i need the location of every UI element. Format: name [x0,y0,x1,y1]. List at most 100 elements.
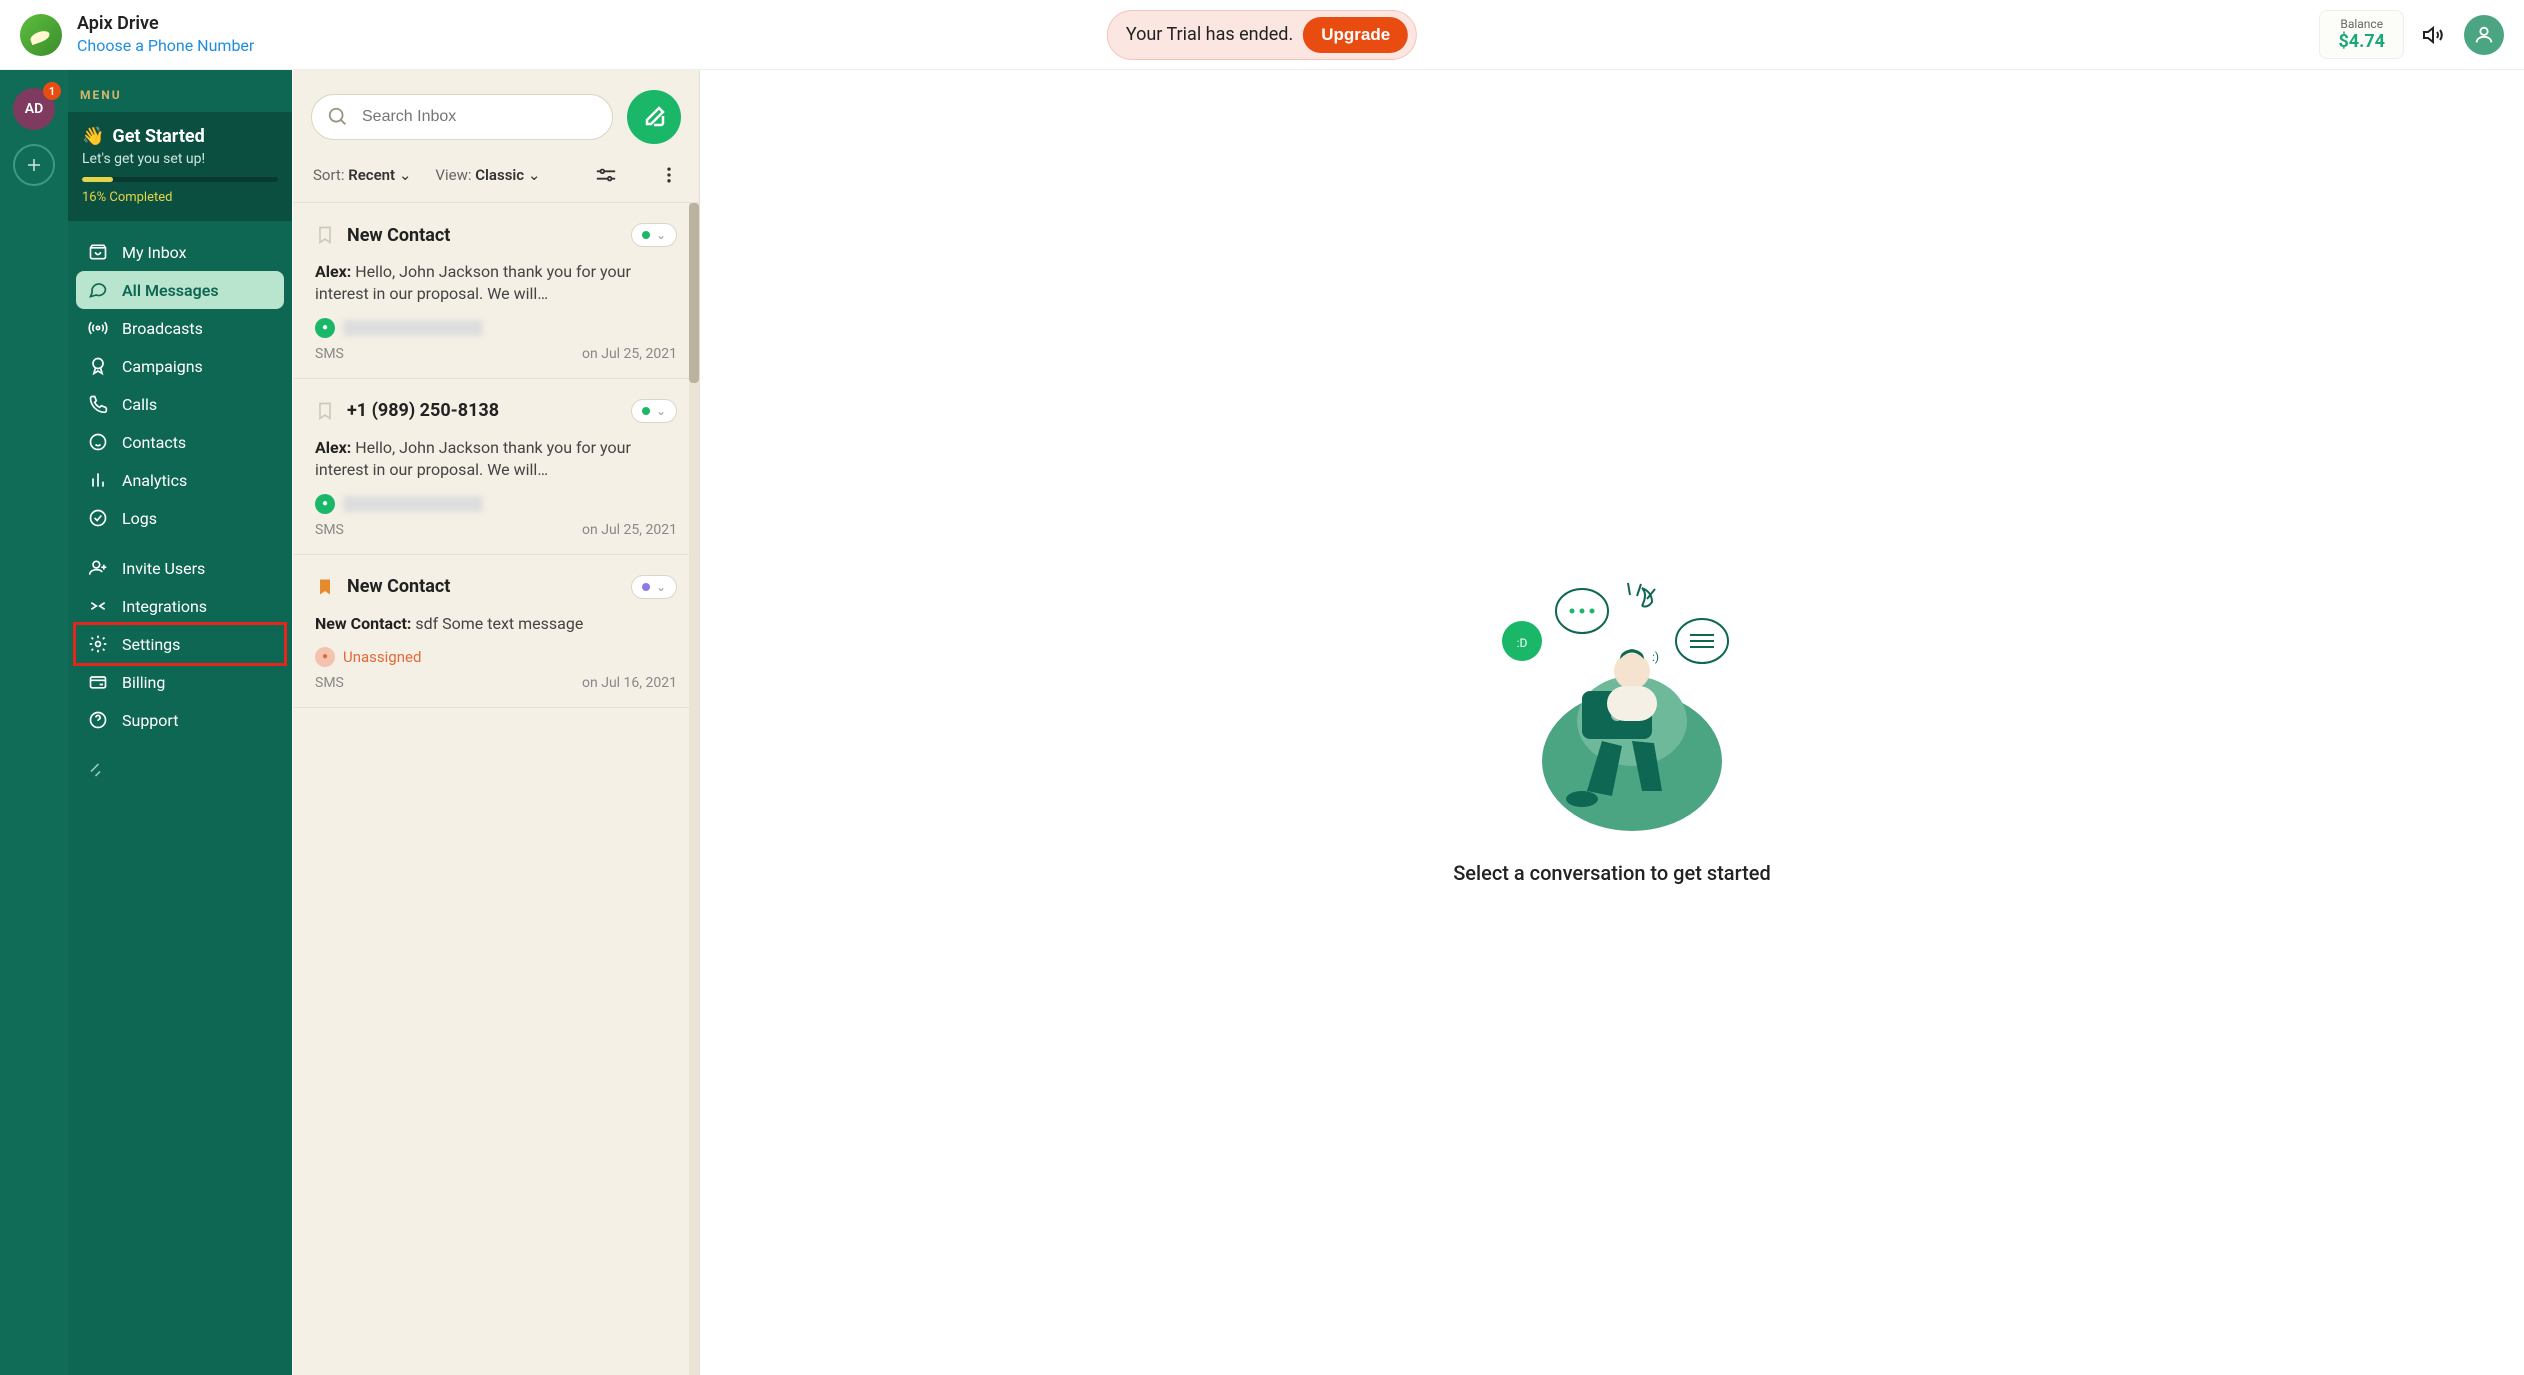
view-dropdown[interactable]: View: Classic ⌄ [435,166,540,184]
workspace-badge: 1 [43,82,61,100]
workspace-initials: AD [25,101,43,117]
sidebar-item-contacts[interactable]: Contacts [76,423,284,461]
balance-box[interactable]: Balance $4.74 [2319,10,2404,59]
workspace-avatar[interactable]: AD 1 [13,88,55,130]
search-input[interactable] [311,94,613,140]
channel-label: SMS [315,675,344,691]
trial-banner: Your Trial has ended. Upgrade [1107,10,1417,60]
profile-button[interactable] [2464,15,2504,55]
get-started-card[interactable]: 👋 Get Started Let's get you set up! 16% … [68,112,292,221]
inbox-head [293,70,699,156]
workspace-strip: AD 1 [0,70,68,1375]
conversation-title: New Contact [347,225,619,246]
status-dot-icon [642,231,650,239]
sort-dropdown[interactable]: Sort: Recent ⌄ [313,166,411,184]
sliders-icon [595,164,617,186]
sidebar-item-all-messages[interactable]: All Messages [76,271,284,309]
upgrade-button[interactable]: Upgrade [1303,17,1408,53]
person-icon [2473,24,2495,46]
plus-icon [25,156,43,174]
sidebar-item-integrations[interactable]: Integrations [76,587,284,625]
sidebar-item-label: Broadcasts [122,319,203,338]
bookmark-icon[interactable] [315,575,335,599]
sidebar-item-support[interactable]: Support [76,701,284,739]
view-label: View: [435,166,471,184]
person-icon: ● [315,647,335,667]
broadcast-icon [88,318,108,338]
assignee-name-blur [343,496,483,512]
conversation-item[interactable]: +1 (989) 250-8138 ⌄ Alex: Hello, John Jack… [293,379,699,555]
sidebar-item-label: Analytics [122,471,187,490]
add-workspace-button[interactable] [13,144,55,186]
chevron-down-icon: ⌄ [656,228,666,242]
status-dropdown[interactable]: ⌄ [631,399,677,423]
sidebar-item-campaigns[interactable]: Campaigns [76,347,284,385]
scrollbar-thumb[interactable] [689,203,699,383]
chevron-down-icon: ⌄ [528,166,541,184]
sidebar-item-broadcasts[interactable]: Broadcasts [76,309,284,347]
assignee-row: ● Unassigned [315,647,677,667]
trial-text: Your Trial has ended. [1126,24,1293,45]
sidebar-item-settings[interactable]: Settings [76,625,284,663]
card-icon [88,672,108,692]
inbox-panel: Sort: Recent ⌄ View: Classic ⌄ New Conta… [292,70,700,1375]
sidebar-item-billing[interactable]: Billing [76,663,284,701]
nav-secondary: Invite Users Integrations Settings Billing S… [68,549,292,751]
sort-label: Sort: [313,166,344,184]
bookmark-icon[interactable] [315,223,335,247]
view-value: Classic [475,166,524,184]
channel-label: SMS [315,346,344,362]
filter-button[interactable] [595,164,617,186]
merge-icon [88,596,108,616]
balance-label: Balance [2338,17,2385,31]
sender-name: New Contact: [315,614,411,633]
sidebar-item-label: Support [122,711,178,730]
person-icon: ● [315,318,335,338]
sort-value: Recent [348,166,395,184]
sidebar-item-calls[interactable]: Calls [76,385,284,423]
bars-icon [88,470,108,490]
search-icon [327,106,349,128]
sidebar-item-analytics[interactable]: Analytics [76,461,284,499]
compose-icon [642,105,666,129]
sidebar-item-label: Contacts [122,433,186,452]
sidebar-item-logs[interactable]: Logs [76,499,284,537]
chat-icon [88,280,108,300]
compose-button[interactable] [627,90,681,144]
sound-button[interactable] [2414,15,2454,55]
sender-name: Alex: [315,262,351,281]
conversation-date: on Jul 16, 2021 [582,675,677,691]
menu-heading: MENU [68,88,292,112]
sidebar-item-label: Settings [122,635,180,654]
inbox-toolbar: Sort: Recent ⌄ View: Classic ⌄ [293,156,699,203]
progress-fill [82,177,113,182]
conversation-preview: New Contact: sdf Some text message [315,613,677,635]
sender-name: Alex: [315,438,351,457]
empty-state-text: Select a conversation to get started [1453,861,1771,885]
sidebar: MENU 👋 Get Started Let's get you set up!… [68,70,292,1375]
conversation-item[interactable]: New Contact⌄New Contact: sdf Some text m… [293,555,699,708]
conversation-title: +1 (989) 250-8138 [347,400,619,421]
unassigned-label: Unassigned [343,648,421,666]
status-dropdown[interactable]: ⌄ [631,223,677,247]
main-panel: :D :) Select a conversation to get start… [700,70,2524,1375]
conversation-preview: Alex: Hello, John Jackson thank you for … [315,437,677,482]
collapse-sidebar-button[interactable] [68,751,292,789]
conversation-item[interactable]: New Contact⌄Alex: Hello, John Jackson th… [293,203,699,379]
svg-text::): :) [1652,650,1659,664]
header: Apix Drive Choose a Phone Number Your Tr… [0,0,2524,70]
more-button[interactable] [659,165,679,185]
choose-number-link[interactable]: Choose a Phone Number [77,36,254,57]
svg-text::D: :D [1517,636,1528,650]
app-title: Apix Drive [77,12,254,35]
sidebar-item-label: Integrations [122,597,207,616]
sidebar-item-my-inbox[interactable]: My Inbox [76,233,284,271]
chevron-down-icon: ⌄ [656,404,666,418]
app-logo [20,14,62,56]
status-dropdown[interactable]: ⌄ [631,575,677,599]
assignee-name-blur [343,320,483,336]
sidebar-item-label: Calls [122,395,157,414]
bookmark-icon[interactable] [315,399,335,423]
sidebar-item-invite-users[interactable]: Invite Users [76,549,284,587]
collapse-icon [88,761,106,779]
